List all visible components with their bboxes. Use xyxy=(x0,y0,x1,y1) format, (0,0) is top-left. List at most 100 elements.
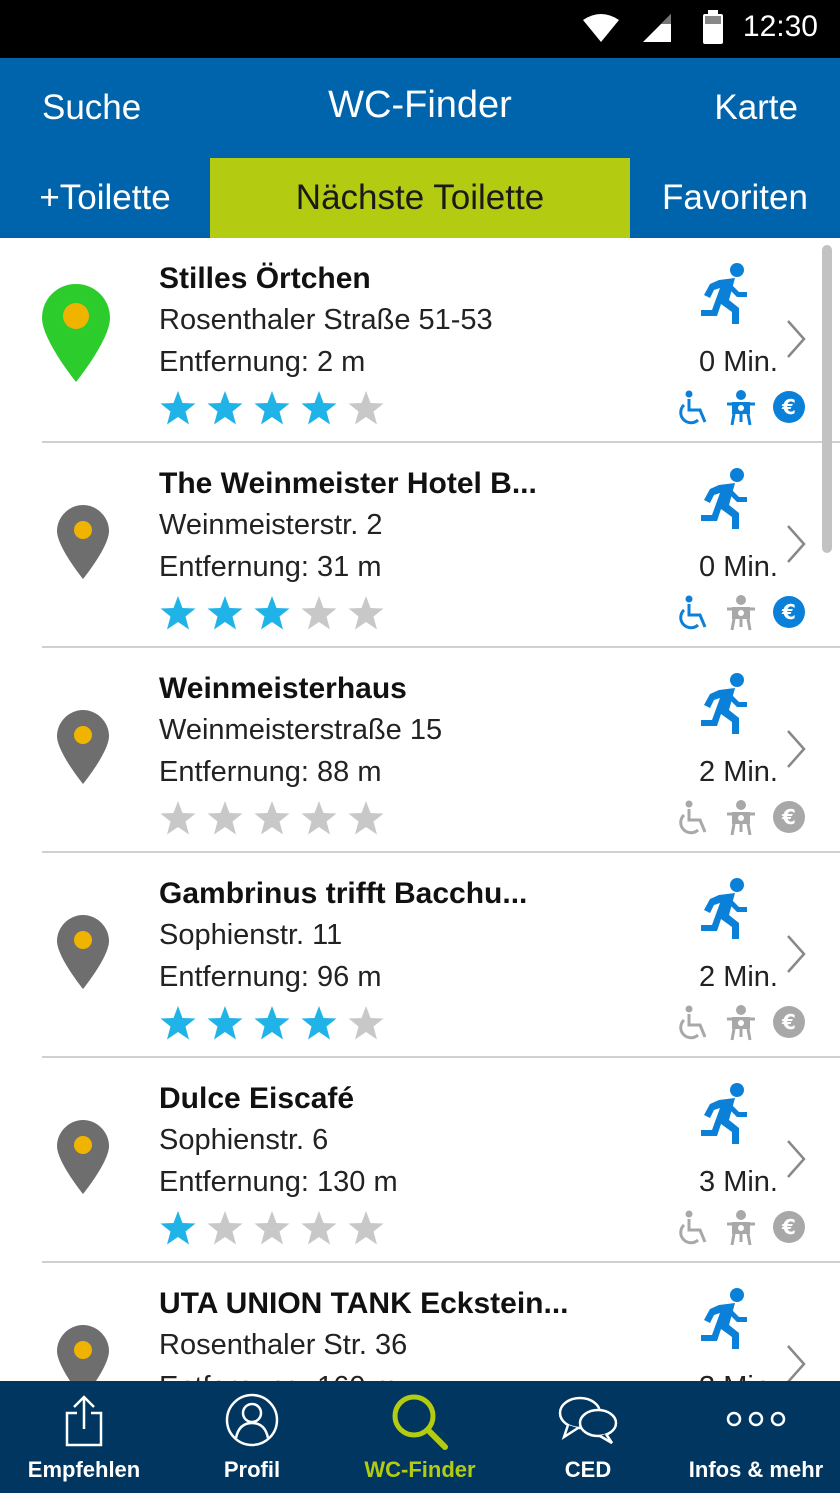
toilet-distance: Entfernung: 2 m xyxy=(159,346,366,378)
scrollbar[interactable] xyxy=(822,245,832,553)
nav-item-wc-finder[interactable]: WC-Finder xyxy=(336,1381,504,1493)
map-pin xyxy=(56,709,110,790)
map-pin xyxy=(40,282,112,389)
walk-minutes: 2 Min. xyxy=(699,756,778,788)
chevron-right-icon xyxy=(787,1345,806,1381)
list-item[interactable]: Gambrinus trifft Bacchu... Sophienstr. 11… xyxy=(0,853,840,1058)
tab-add-toilet[interactable]: +Toilette xyxy=(0,158,210,238)
feature-wheelchair xyxy=(675,1005,711,1046)
map-pin-icon xyxy=(57,915,109,989)
star-empty-icon xyxy=(348,801,384,835)
star-filled-icon xyxy=(254,596,290,630)
feature-wheelchair xyxy=(675,595,711,636)
nav-item-empfehlen[interactable]: Empfehlen xyxy=(0,1381,168,1493)
list-item[interactable]: The Weinmeister Hotel B... Weinmeisterstr… xyxy=(0,443,840,648)
star-empty-icon xyxy=(348,391,384,425)
status-time: 12:30 xyxy=(742,10,818,43)
star-empty-icon xyxy=(301,801,337,835)
tab-nearest-toilet[interactable]: Nächste Toilette xyxy=(210,158,630,238)
row-chevron[interactable] xyxy=(785,933,807,980)
svg-text:€: € xyxy=(781,395,796,419)
list-item[interactable]: Dulce Eiscafé Sophienstr. 6 Entfernung: 13… xyxy=(0,1058,840,1263)
svg-text:€: € xyxy=(781,1010,796,1034)
walking-icon xyxy=(701,673,747,734)
svg-text:€: € xyxy=(781,600,796,624)
tab-favorites[interactable]: Favoriten xyxy=(630,158,840,238)
list-item[interactable]: Weinmeisterhaus Weinmeisterstraße 15 Entfe… xyxy=(0,648,840,853)
baby-changing-icon xyxy=(727,1005,755,1041)
toilet-list[interactable]: Stilles Örtchen Rosenthaler Straße 51-53 E… xyxy=(0,238,840,1381)
walking-icon xyxy=(701,263,747,324)
map-pin-icon xyxy=(57,505,109,579)
toilet-address: Weinmeisterstr. 2 xyxy=(159,509,383,541)
toilet-distance: Entfernung: 88 m xyxy=(159,756,382,788)
walk-minutes: 0 Min. xyxy=(699,346,778,378)
feature-baby-changing xyxy=(724,390,758,431)
rating-stars xyxy=(159,1005,394,1046)
nav-item-ced[interactable]: CED xyxy=(504,1381,672,1493)
signal-icon xyxy=(643,14,671,42)
map-pin xyxy=(56,504,110,585)
star-filled-icon xyxy=(301,1006,337,1040)
toilet-name: UTA UNION TANK Eckstein... xyxy=(159,1287,569,1320)
row-chevron[interactable] xyxy=(785,1138,807,1185)
toilet-distance: Entfernung: 160 m xyxy=(159,1371,398,1381)
star-filled-icon xyxy=(301,391,337,425)
chevron-right-icon xyxy=(787,935,806,973)
euro-icon: € xyxy=(773,1006,805,1038)
row-chevron[interactable] xyxy=(785,1343,807,1381)
row-chevron[interactable] xyxy=(785,523,807,570)
walk-time-icon xyxy=(695,1082,751,1151)
star-empty-icon xyxy=(207,801,243,835)
wheelchair-icon xyxy=(679,595,707,630)
euro-icon: € xyxy=(773,1211,805,1243)
toilet-name: Dulce Eiscafé xyxy=(159,1082,355,1115)
star-filled-icon xyxy=(254,391,290,425)
toilet-name: Gambrinus trifft Bacchu... xyxy=(159,877,528,910)
feature-baby-changing xyxy=(724,1210,758,1251)
list-item[interactable]: UTA UNION TANK Eckstein... Rosenthaler St… xyxy=(0,1263,840,1381)
star-empty-icon xyxy=(348,1006,384,1040)
walking-icon xyxy=(701,878,747,939)
nav-label: Profil xyxy=(223,1457,281,1482)
toilet-distance: Entfernung: 130 m xyxy=(159,1166,398,1198)
chevron-right-icon xyxy=(787,730,806,768)
star-empty-icon xyxy=(254,1211,290,1245)
walk-minutes: 3 Min. xyxy=(699,1371,778,1381)
star-filled-icon xyxy=(207,1006,243,1040)
star-empty-icon xyxy=(254,801,290,835)
bottom-nav: Empfehlen Profil WC-Finder CED Infos & m… xyxy=(0,1381,840,1493)
feature-wheelchair xyxy=(675,1210,711,1251)
list-item[interactable]: Stilles Örtchen Rosenthaler Straße 51-53 E… xyxy=(0,238,840,443)
feature-paid: € xyxy=(772,390,806,429)
more-icon xyxy=(726,1411,786,1427)
map-link[interactable]: Karte xyxy=(714,88,798,128)
toilet-address: Rosenthaler Straße 51-53 xyxy=(159,304,493,336)
walk-time-icon xyxy=(695,877,751,946)
star-empty-icon xyxy=(348,596,384,630)
euro-icon: € xyxy=(773,596,805,628)
map-pin xyxy=(56,914,110,995)
nav-item-infos[interactable]: Infos & mehr xyxy=(672,1381,840,1493)
star-filled-icon xyxy=(160,391,196,425)
feature-paid: € xyxy=(772,800,806,839)
nav-label: Empfehlen xyxy=(27,1457,141,1482)
walking-icon xyxy=(701,1083,747,1144)
walk-time-icon xyxy=(695,1287,751,1356)
star-filled-icon xyxy=(207,596,243,630)
feature-paid: € xyxy=(772,1210,806,1249)
toilet-name: Stilles Örtchen xyxy=(159,262,371,295)
share-icon xyxy=(65,1395,103,1447)
nav-item-profil[interactable]: Profil xyxy=(168,1381,336,1493)
wheelchair-icon xyxy=(679,1005,707,1040)
nav-label: Infos & mehr xyxy=(688,1457,824,1482)
row-chevron[interactable] xyxy=(785,318,807,365)
chevron-right-icon xyxy=(787,320,806,358)
baby-changing-icon xyxy=(727,800,755,836)
star-filled-icon xyxy=(254,1006,290,1040)
map-pin xyxy=(56,1119,110,1200)
star-empty-icon xyxy=(207,1211,243,1245)
walk-minutes: 2 Min. xyxy=(699,961,778,993)
toilet-distance: Entfernung: 96 m xyxy=(159,961,382,993)
row-chevron[interactable] xyxy=(785,728,807,775)
